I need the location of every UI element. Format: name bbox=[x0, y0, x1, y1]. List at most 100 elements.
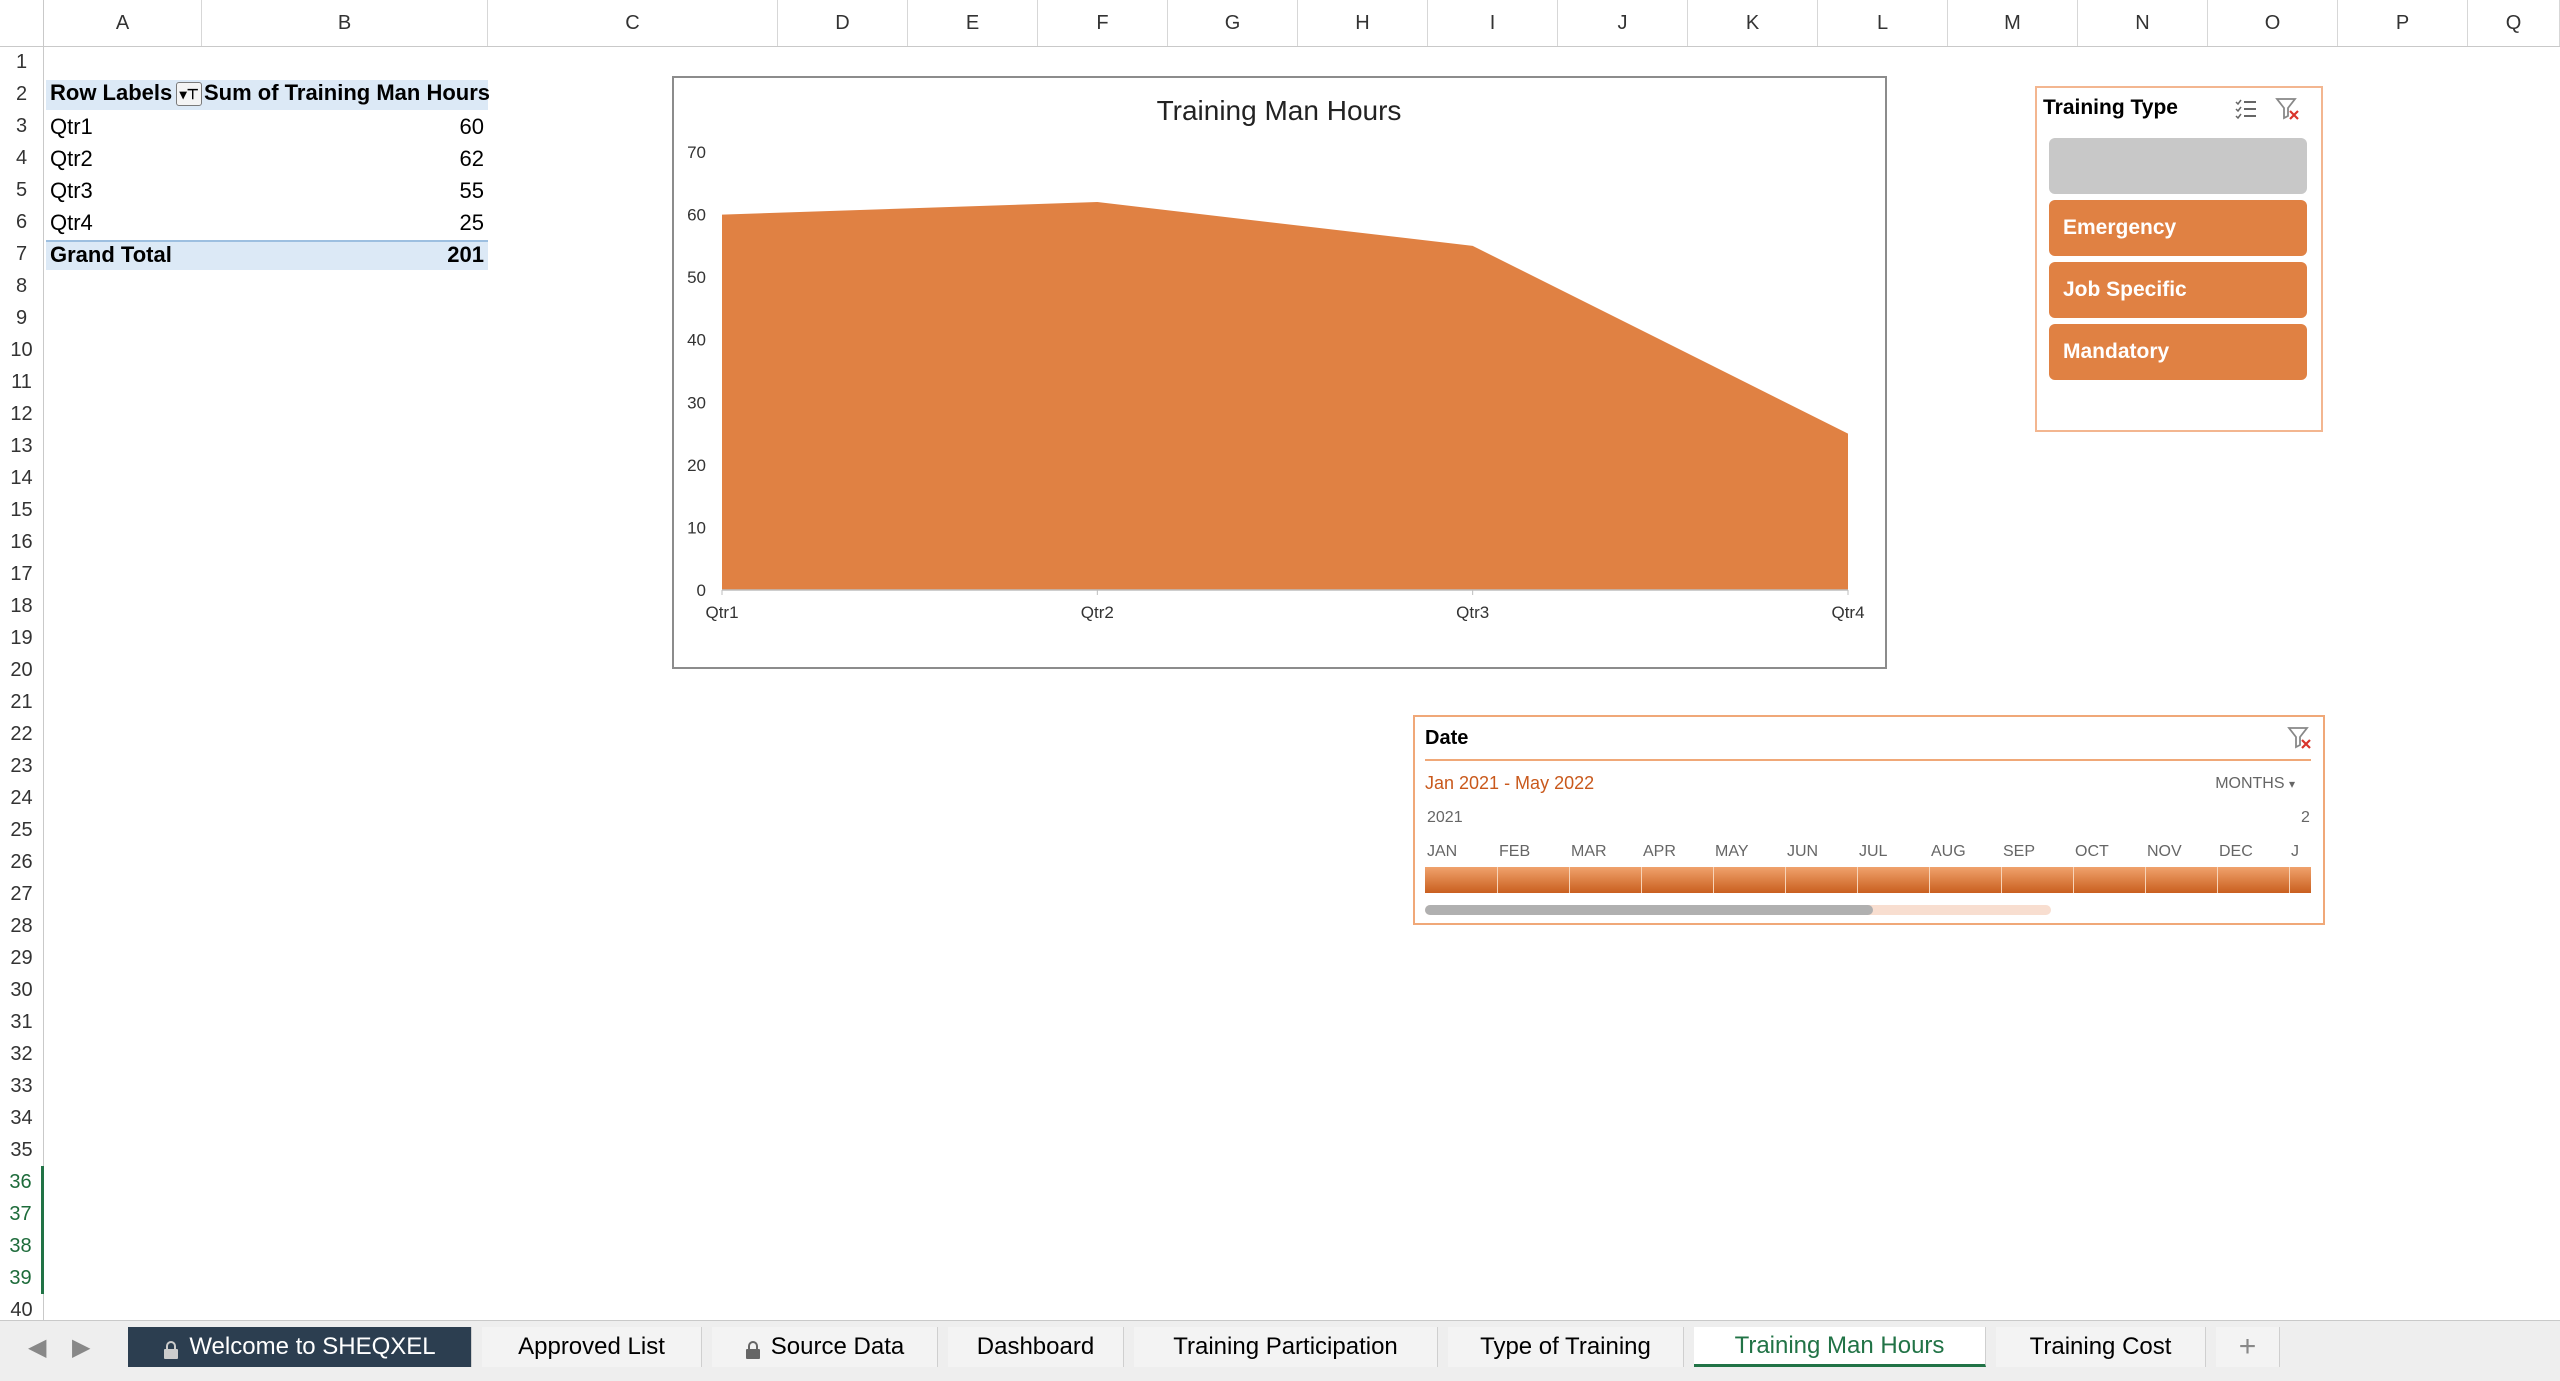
row-header[interactable]: 8 bbox=[0, 270, 44, 302]
column-header-a[interactable]: A bbox=[44, 0, 202, 46]
row-header[interactable]: 18 bbox=[0, 590, 44, 622]
row-header[interactable]: 21 bbox=[0, 686, 44, 718]
column-header-n[interactable]: N bbox=[2078, 0, 2208, 46]
timeline-selection-bar[interactable] bbox=[1425, 867, 2311, 893]
select-all-corner[interactable] bbox=[0, 0, 44, 46]
timeline-month-label[interactable]: DEC bbox=[2219, 843, 2253, 861]
column-header-c[interactable]: C bbox=[488, 0, 778, 46]
row-header[interactable]: 17 bbox=[0, 558, 44, 590]
pivot-row-value[interactable]: 60 bbox=[202, 114, 484, 140]
column-header-m[interactable]: M bbox=[1948, 0, 2078, 46]
row-header[interactable]: 5 bbox=[0, 174, 44, 206]
row-header[interactable]: 37 bbox=[0, 1198, 44, 1230]
prev-sheet-icon[interactable]: ◀ bbox=[28, 1333, 46, 1362]
pivot-row-label[interactable]: Qtr4 bbox=[50, 210, 93, 236]
row-header[interactable]: 2 bbox=[0, 78, 44, 110]
row-header[interactable]: 12 bbox=[0, 398, 44, 430]
timeline-month-label[interactable]: AUG bbox=[1931, 843, 1966, 861]
timeline-scroll-thumb[interactable] bbox=[1425, 905, 1873, 915]
next-sheet-icon[interactable]: ▶ bbox=[72, 1333, 90, 1362]
pivot-row-value[interactable]: 55 bbox=[202, 178, 484, 204]
pivot-row-label[interactable]: Qtr3 bbox=[50, 178, 93, 204]
timeline-month-label[interactable]: APR bbox=[1643, 843, 1676, 861]
row-header[interactable]: 36 bbox=[0, 1166, 44, 1198]
slicer-item-emergency[interactable]: Emergency bbox=[2049, 200, 2307, 256]
timeline-month-label[interactable]: SEP bbox=[2003, 843, 2035, 861]
tab-approved-list[interactable]: Approved List bbox=[482, 1327, 702, 1367]
row-header[interactable]: 1 bbox=[0, 46, 44, 78]
row-header[interactable]: 16 bbox=[0, 526, 44, 558]
column-header-o[interactable]: O bbox=[2208, 0, 2338, 46]
timeline-month-label[interactable]: FEB bbox=[1499, 843, 1530, 861]
row-header[interactable]: 24 bbox=[0, 782, 44, 814]
row-header[interactable]: 6 bbox=[0, 206, 44, 238]
tab-training-cost[interactable]: Training Cost bbox=[1996, 1327, 2206, 1367]
row-header[interactable]: 3 bbox=[0, 110, 44, 142]
timeline-month-label[interactable]: JUL bbox=[1859, 843, 1887, 861]
row-header[interactable]: 32 bbox=[0, 1038, 44, 1070]
row-header[interactable]: 28 bbox=[0, 910, 44, 942]
clear-filter-icon[interactable] bbox=[2287, 725, 2313, 751]
row-header[interactable]: 38 bbox=[0, 1230, 44, 1262]
timeline-month-label[interactable]: JAN bbox=[1427, 843, 1457, 861]
timeline-level-dropdown[interactable]: MONTHS ▾ bbox=[2215, 775, 2295, 793]
column-header-b[interactable]: B bbox=[202, 0, 488, 46]
column-header-k[interactable]: K bbox=[1688, 0, 1818, 46]
row-header[interactable]: 4 bbox=[0, 142, 44, 174]
slicer-item-mandatory[interactable]: Mandatory bbox=[2049, 324, 2307, 380]
timeline-month-label[interactable]: MAR bbox=[1571, 843, 1607, 861]
pivot-row-label[interactable]: Qtr1 bbox=[50, 114, 93, 140]
add-sheet-button[interactable]: + bbox=[2216, 1327, 2280, 1367]
multi-select-icon[interactable] bbox=[2233, 96, 2259, 122]
column-header-g[interactable]: G bbox=[1168, 0, 1298, 46]
row-header[interactable]: 29 bbox=[0, 942, 44, 974]
timeline-month-label[interactable]: J bbox=[2291, 843, 2299, 861]
tab-training-participation[interactable]: Training Participation bbox=[1134, 1327, 1438, 1367]
row-header[interactable]: 20 bbox=[0, 654, 44, 686]
row-header[interactable]: 31 bbox=[0, 1006, 44, 1038]
column-header-q[interactable]: Q bbox=[2468, 0, 2560, 46]
row-header[interactable]: 7 bbox=[0, 238, 44, 270]
pivot-row-label[interactable]: Qtr2 bbox=[50, 146, 93, 172]
row-header[interactable]: 13 bbox=[0, 430, 44, 462]
row-header[interactable]: 22 bbox=[0, 718, 44, 750]
tab-training-man-hours[interactable]: Training Man Hours bbox=[1694, 1327, 1986, 1367]
area-chart[interactable]: Training Man Hours 0 10 20 30 40 50 60 70 Qtr1 Q… bbox=[672, 76, 1887, 669]
column-header-h[interactable]: H bbox=[1298, 0, 1428, 46]
column-header-f[interactable]: F bbox=[1038, 0, 1168, 46]
column-header-j[interactable]: J bbox=[1558, 0, 1688, 46]
slicer-item-blank[interactable] bbox=[2049, 138, 2307, 194]
row-header[interactable]: 15 bbox=[0, 494, 44, 526]
clear-filter-icon[interactable] bbox=[2275, 96, 2301, 122]
row-header[interactable]: 39 bbox=[0, 1262, 44, 1294]
tab-dashboard[interactable]: Dashboard bbox=[948, 1327, 1124, 1367]
filter-dropdown-icon[interactable]: ▾⊤ bbox=[176, 82, 203, 107]
timeline-month-label[interactable]: NOV bbox=[2147, 843, 2182, 861]
pivot-row-value[interactable]: 25 bbox=[202, 210, 484, 236]
row-header[interactable]: 30 bbox=[0, 974, 44, 1006]
row-header[interactable]: 26 bbox=[0, 846, 44, 878]
column-header-i[interactable]: I bbox=[1428, 0, 1558, 46]
row-header[interactable]: 35 bbox=[0, 1134, 44, 1166]
tab-welcome-to-sheqxel[interactable]: Welcome to SHEQXEL bbox=[128, 1327, 472, 1367]
row-header[interactable]: 33 bbox=[0, 1070, 44, 1102]
tab-source-data[interactable]: Source Data bbox=[712, 1327, 938, 1367]
row-header[interactable]: 23 bbox=[0, 750, 44, 782]
column-header-e[interactable]: E bbox=[908, 0, 1038, 46]
tab-type-of-training[interactable]: Type of Training bbox=[1448, 1327, 1684, 1367]
timeline-month-label[interactable]: MAY bbox=[1715, 843, 1748, 861]
pivot-row-value[interactable]: 62 bbox=[202, 146, 484, 172]
row-header[interactable]: 27 bbox=[0, 878, 44, 910]
row-header[interactable]: 19 bbox=[0, 622, 44, 654]
column-header-d[interactable]: D bbox=[778, 0, 908, 46]
row-header[interactable]: 9 bbox=[0, 302, 44, 334]
row-header[interactable]: 25 bbox=[0, 814, 44, 846]
area-series[interactable] bbox=[722, 202, 1848, 591]
column-header-p[interactable]: P bbox=[2338, 0, 2468, 46]
row-header[interactable]: 10 bbox=[0, 334, 44, 366]
timeline-month-label[interactable]: JUN bbox=[1787, 843, 1818, 861]
row-header[interactable]: 14 bbox=[0, 462, 44, 494]
slicer-item-job-specific[interactable]: Job Specific bbox=[2049, 262, 2307, 318]
row-header[interactable]: 11 bbox=[0, 366, 44, 398]
row-header[interactable]: 34 bbox=[0, 1102, 44, 1134]
